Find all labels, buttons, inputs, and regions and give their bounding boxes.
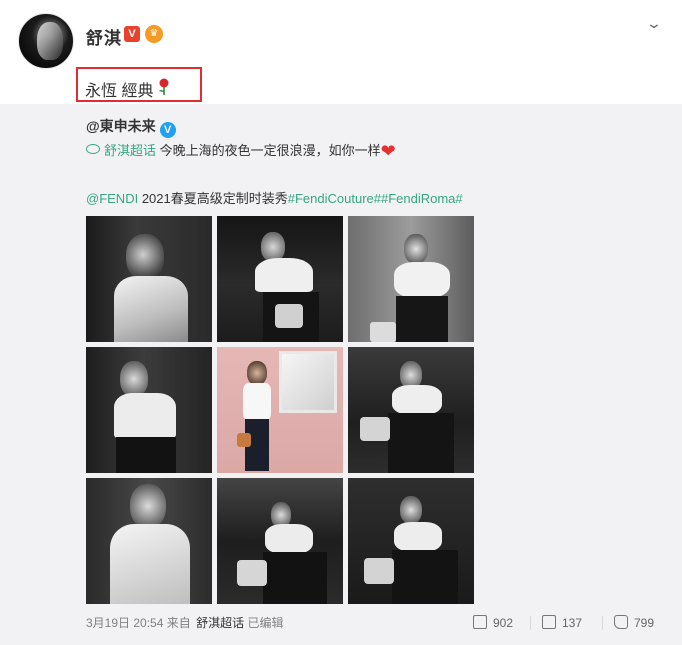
verified-badge-icon: V bbox=[124, 26, 140, 42]
photo-5[interactable] bbox=[217, 347, 343, 473]
photo-7[interactable] bbox=[86, 478, 212, 604]
weibo-post-card: 舒淇 V ♛ ⌄ 永恆 經典 @東申未来 V 舒淇超话 今晚上海的夜色一定很浪漫，… bbox=[0, 0, 682, 645]
mention-link[interactable]: @FENDI bbox=[86, 191, 138, 206]
like-button[interactable]: 799 bbox=[614, 612, 654, 634]
thumbs-up-icon bbox=[614, 615, 628, 629]
comment-icon bbox=[542, 615, 556, 629]
photo-grid bbox=[86, 216, 476, 606]
rose-icon bbox=[157, 78, 171, 101]
photo-4[interactable] bbox=[86, 347, 212, 473]
original-author-name[interactable]: @東申未来 bbox=[86, 118, 156, 134]
post-text-content: 永恆 經典 bbox=[85, 83, 154, 100]
topic-diamond-icon bbox=[86, 144, 100, 154]
hashtag-links[interactable]: #FendiCouture##FendiRoma# bbox=[288, 191, 463, 206]
photo-9[interactable] bbox=[348, 478, 474, 604]
photo-8[interactable] bbox=[217, 478, 343, 604]
post-text: 永恆 經典 bbox=[85, 77, 171, 101]
original-author[interactable]: @東申未来 V bbox=[86, 116, 176, 138]
avatar[interactable] bbox=[18, 13, 74, 69]
comment-button[interactable]: 137 bbox=[542, 612, 582, 634]
action-bar: 902 137 799 bbox=[0, 612, 682, 634]
comment-count: 137 bbox=[562, 616, 583, 630]
photo-6[interactable] bbox=[348, 347, 474, 473]
photo-1[interactable] bbox=[86, 216, 212, 342]
heart-icon: ❤ bbox=[380, 141, 396, 161]
topic-link[interactable]: 舒淇超话 bbox=[104, 143, 156, 158]
avatar-portrait bbox=[37, 22, 63, 60]
repost-icon bbox=[473, 615, 487, 629]
brand-text: 2021春夏高级定制时装秀 bbox=[138, 191, 288, 206]
repost-caption: 舒淇超话 今晚上海的夜色一定很浪漫，如你一样❤ bbox=[86, 140, 396, 162]
caption-text: 今晚上海的夜色一定很浪漫，如你一样 bbox=[156, 143, 381, 158]
medal-badge-icon: ♛ bbox=[145, 25, 163, 43]
repost-count: 902 bbox=[493, 616, 514, 630]
brand-line: @FENDI 2021春夏高级定制时装秀#FendiCouture##Fendi… bbox=[86, 188, 463, 207]
blue-verified-icon: V bbox=[159, 122, 176, 138]
username[interactable]: 舒淇 bbox=[86, 24, 122, 49]
divider bbox=[602, 616, 603, 630]
chevron-down-icon[interactable]: ⌄ bbox=[641, 14, 666, 32]
photo-2[interactable] bbox=[217, 216, 343, 342]
repost-button[interactable]: 902 bbox=[473, 612, 513, 634]
like-count: 799 bbox=[634, 616, 655, 630]
photo-3[interactable] bbox=[348, 216, 474, 342]
divider bbox=[530, 616, 531, 630]
